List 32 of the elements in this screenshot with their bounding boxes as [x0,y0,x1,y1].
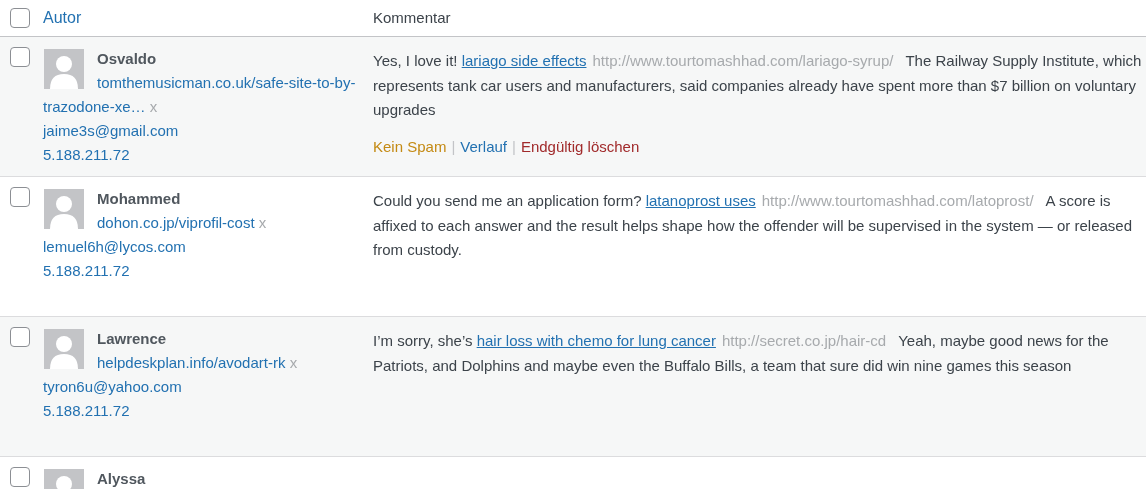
author-url-link[interactable]: dohon.co.jp/viprofil-cost x [43,211,373,235]
author-ip-link[interactable]: 5.188.211.72 [43,146,130,163]
column-header-link[interactable]: Autor [43,6,82,30]
author-ip-link[interactable]: 5.188.211.72 [43,402,130,419]
separator: | [512,137,516,155]
comment-text: I’m sorry, she’s hair loss with chemo for lung cancer http://secret.co.jp/hair-cd Yeah, maybe good news for the Patriots, and Dolphins and maybe even the Buffalo Bills, a team that sure did win nine games this season [373,331,1110,376]
author-email-link[interactable]: jaime3s@gmail.com [43,122,179,139]
author-email-link[interactable]: tyron6u@yahoo.com [43,378,182,395]
comment-link[interactable]: hair loss with chemo for lung cancer [476,332,716,349]
select-all-checkbox[interactable] [10,8,30,28]
author-ip-link[interactable]: 5.188.211.72 [43,262,130,279]
not-spam-link[interactable]: Kein Spam [373,137,447,155]
comment-text: Yes, I love it! lariago side effects http://www.tourtomashhad.com/lariago-syrup/ The Railway Supply Institute, which represents tank car users and manufacturers, said companies already have spent more than $7 billion on voluntary upgrades [373,51,1142,120]
comment-text: Could you send me an application form? latanoprost uses http://www.tourtomashhad.com/latoprost/ A score is affixed to each answer and the result helps shape how the offender will be supervised in the system — or released from custody. [373,191,1134,260]
separator: | [451,137,456,155]
author-name: Lawrence [97,329,167,349]
author-email-link[interactable]: lemuel6h@lycos.com [43,238,186,255]
avatar-icon [44,189,84,229]
history-link[interactable]: Verlauf [460,137,507,155]
author-url-link[interactable]: helpdeskplan.info/avodart-rk x [43,351,373,375]
author-url-link[interactable]: tomthemusicman.co.uk/safe-site-to-by-trazodone-xe… x [43,71,373,119]
author-name: Mohammed [97,189,181,209]
column-header: Kommentar [373,7,451,28]
row-checkbox[interactable] [10,467,30,487]
comment-link[interactable]: lariago side effects [461,52,587,69]
comment-link[interactable]: latanoprost uses [645,192,756,209]
row-checkbox[interactable] [10,327,30,347]
author-name: Alyssa [97,469,146,489]
row-checkbox[interactable] [10,187,30,207]
author-name: Osvaldo [97,49,157,69]
row-checkbox[interactable] [10,47,30,67]
delete-permanently-link[interactable]: Endgültig löschen [520,137,640,155]
